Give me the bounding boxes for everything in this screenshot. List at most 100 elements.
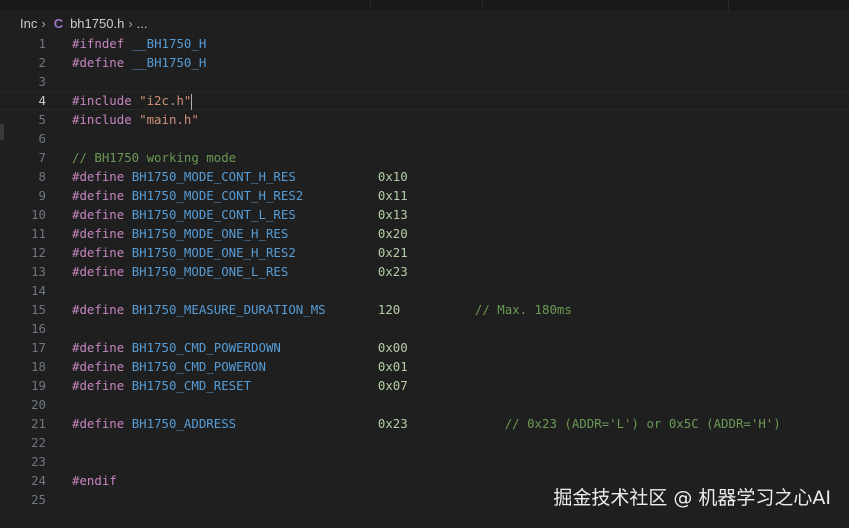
line-number: 13 — [31, 264, 46, 279]
code-text: #define BH1750_MODE_CONT_L_RES 0x13 — [72, 205, 408, 224]
macro-name: BH1750_MODE_CONT_L_RES — [131, 207, 378, 222]
macro-name: __BH1750_H — [131, 55, 207, 70]
code-line[interactable]: 16 — [0, 319, 849, 338]
line-number: 8 — [38, 169, 46, 184]
macro-name: BH1750_CMD_POWERON — [131, 359, 378, 374]
macro-name: BH1750_MODE_ONE_L_RES — [131, 264, 378, 279]
code-text: #define BH1750_CMD_RESET 0x07 — [72, 376, 408, 395]
code-text: #include "main.h" — [72, 110, 199, 129]
comment: // 0x23 (ADDR='L') or 0x5C (ADDR='H') — [504, 416, 781, 431]
line-number: 24 — [31, 473, 46, 488]
code-text: #define BH1750_MEASURE_DURATION_MS 120 /… — [72, 300, 572, 319]
keyword: #define — [72, 226, 132, 241]
number-literal: 120 — [377, 302, 401, 317]
code-line[interactable]: 21 #define BH1750_ADDRESS 0x23 // 0x23 (A… — [0, 414, 849, 433]
line-number: 9 — [38, 188, 46, 203]
macro-name: BH1750_CMD_POWERDOWN — [131, 340, 378, 355]
code-text: #define BH1750_ADDRESS 0x23 // 0x23 (ADD… — [72, 414, 781, 433]
keyword: #ifndef — [72, 36, 132, 51]
breadcrumb-file[interactable]: bh1750.h — [70, 16, 124, 31]
keyword: #define — [72, 188, 132, 203]
code-line[interactable]: 12 #define BH1750_MODE_ONE_H_RES2 0x21 — [0, 243, 849, 262]
code-text: #define BH1750_MODE_CONT_H_RES2 0x11 — [72, 186, 408, 205]
comment: // BH1750 working mode — [72, 150, 237, 165]
code-line[interactable]: 3 — [0, 72, 849, 91]
text-cursor — [191, 93, 193, 110]
tab-divider — [482, 0, 483, 10]
number-literal: 0x21 — [377, 245, 408, 260]
macro-name: BH1750_CMD_RESET — [131, 378, 378, 393]
macro-name: BH1750_MEASURE_DURATION_MS — [131, 302, 378, 317]
macro-name: __BH1750_H — [131, 36, 207, 51]
line-number: 21 — [31, 416, 46, 431]
code-line[interactable]: 20 — [0, 395, 849, 414]
code-line[interactable]: 4 #include "i2c.h" — [0, 91, 849, 110]
string-literal: "main.h" — [139, 112, 199, 127]
number-literal: 0x07 — [377, 378, 408, 393]
line-number: 1 — [38, 36, 46, 51]
line-number: 20 — [31, 397, 46, 412]
keyword: #include — [72, 112, 140, 127]
line-number: 15 — [31, 302, 46, 317]
line-number: 17 — [31, 340, 46, 355]
line-number: 7 — [38, 150, 46, 165]
number-literal: 0x10 — [377, 169, 408, 184]
line-number: 25 — [31, 492, 46, 507]
code-text: #define BH1750_MODE_ONE_H_RES 0x20 — [72, 224, 408, 243]
line-number: 14 — [31, 283, 46, 298]
code-text: #define BH1750_CMD_POWERDOWN 0x00 — [72, 338, 408, 357]
code-text: #include "i2c.h" — [72, 91, 193, 110]
code-line[interactable]: 6 — [0, 129, 849, 148]
keyword: #endif — [72, 473, 117, 488]
code-text: #ifndef __BH1750_H — [72, 34, 206, 53]
code-line[interactable]: 14 — [0, 281, 849, 300]
code-line[interactable]: 19 #define BH1750_CMD_RESET 0x07 — [0, 376, 849, 395]
code-editor[interactable]: 1 #ifndef __BH1750_H 2 #define __BH1750_H 3 4… — [0, 34, 849, 509]
code-line[interactable]: 5 #include "main.h" — [0, 110, 849, 129]
code-line[interactable]: 10 #define BH1750_MODE_CONT_L_RES 0x13 — [0, 205, 849, 224]
number-literal: 0x23 — [377, 264, 408, 279]
macro-name: BH1750_MODE_ONE_H_RES2 — [131, 245, 378, 260]
keyword: #define — [72, 378, 132, 393]
number-literal: 0x20 — [377, 226, 408, 241]
macro-name: BH1750_MODE_CONT_H_RES2 — [131, 188, 378, 203]
code-line[interactable]: 13 #define BH1750_MODE_ONE_L_RES 0x23 — [0, 262, 849, 281]
line-number: 4 — [38, 93, 46, 108]
code-line[interactable]: 23 — [0, 452, 849, 471]
code-line[interactable]: 2 #define __BH1750_H — [0, 53, 849, 72]
watermark: 掘金技术社区 @ 机器学习之心AI — [553, 487, 831, 509]
code-text: #define BH1750_MODE_ONE_L_RES 0x23 — [72, 262, 408, 281]
line-number: 6 — [38, 131, 46, 146]
code-line[interactable]: 7 // BH1750 working mode — [0, 148, 849, 167]
line-number: 12 — [31, 245, 46, 260]
code-text: #define BH1750_CMD_POWERON 0x01 — [72, 357, 408, 376]
line-number: 19 — [31, 378, 46, 393]
tab-divider — [728, 0, 729, 10]
code-line[interactable]: 8 #define BH1750_MODE_CONT_H_RES 0x10 — [0, 167, 849, 186]
keyword: #define — [72, 245, 132, 260]
line-number: 18 — [31, 359, 46, 374]
code-line[interactable]: 17 #define BH1750_CMD_POWERDOWN 0x00 — [0, 338, 849, 357]
keyword: #define — [72, 207, 132, 222]
tab-divider — [370, 0, 371, 10]
code-text: #define __BH1750_H — [72, 53, 206, 72]
code-line[interactable]: 9 #define BH1750_MODE_CONT_H_RES2 0x11 — [0, 186, 849, 205]
number-literal: 0x13 — [377, 207, 408, 222]
code-text: #define BH1750_MODE_CONT_H_RES 0x10 — [72, 167, 408, 186]
line-number: 5 — [38, 112, 46, 127]
code-line[interactable]: 15 #define BH1750_MEASURE_DURATION_MS 120… — [0, 300, 849, 319]
line-number: 2 — [38, 55, 46, 70]
code-line[interactable]: 11 #define BH1750_MODE_ONE_H_RES 0x20 — [0, 224, 849, 243]
keyword: #define — [72, 416, 132, 431]
c-file-icon: C — [53, 15, 64, 31]
breadcrumb: Inc › C bh1750.h › ... — [20, 13, 148, 33]
code-line[interactable]: 22 — [0, 433, 849, 452]
code-line[interactable]: 18 #define BH1750_CMD_POWERON 0x01 — [0, 357, 849, 376]
keyword: #define — [72, 55, 132, 70]
code-line[interactable]: 1 #ifndef __BH1750_H — [0, 34, 849, 53]
chevron-right-icon: › — [41, 15, 46, 31]
line-number: 16 — [31, 321, 46, 336]
breadcrumb-folder[interactable]: Inc — [20, 16, 37, 31]
breadcrumb-symbols[interactable]: ... — [137, 16, 148, 31]
